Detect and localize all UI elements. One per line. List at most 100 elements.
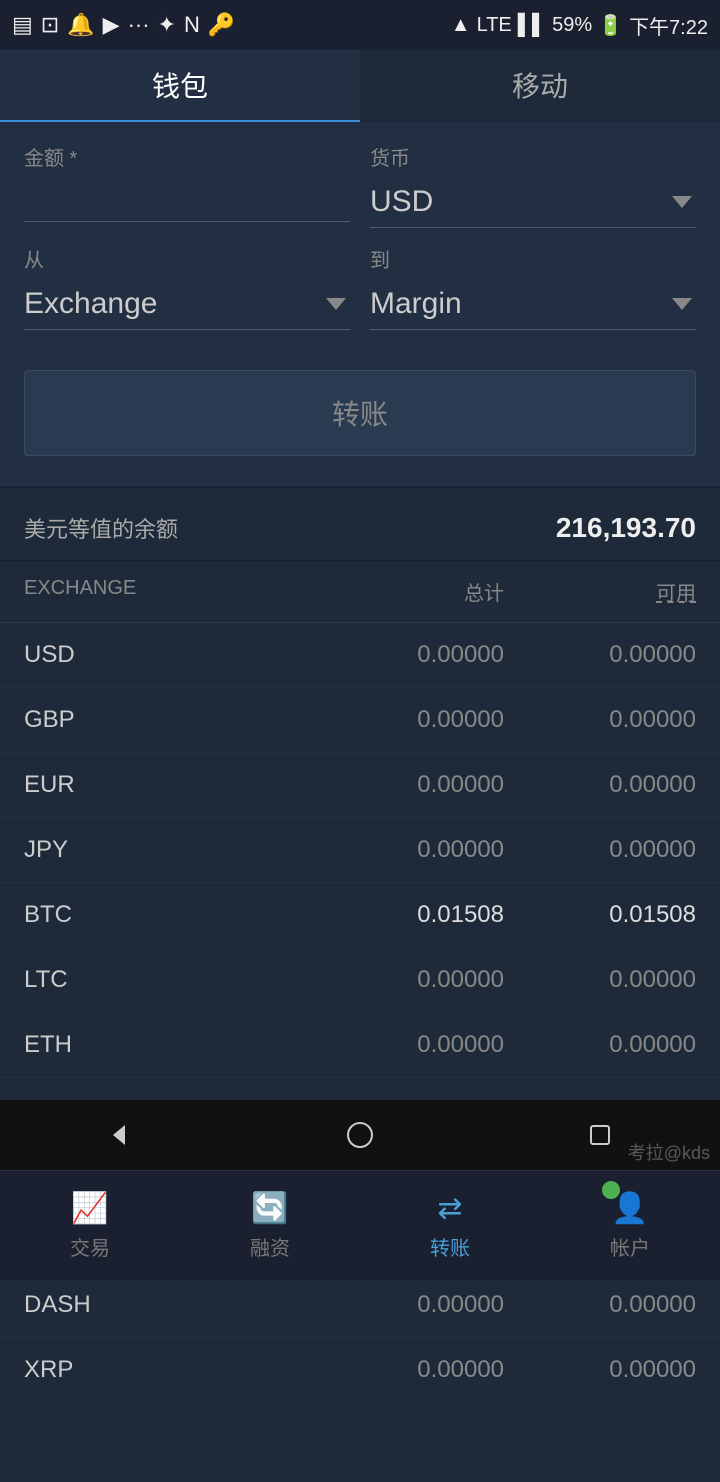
nav-transfer[interactable]: ⇄ 转账	[360, 1171, 540, 1280]
transfer-icon: ⇄	[437, 1191, 462, 1226]
watermark: 考拉@kds	[628, 1139, 710, 1165]
balance-value: 216,193.70	[556, 512, 696, 544]
currency-cell: GBP	[24, 706, 312, 734]
nav-transfer-label: 转账	[430, 1232, 470, 1261]
total-cell: 0.00000	[312, 966, 504, 994]
key-icon: 🔑	[208, 12, 235, 38]
currency-label: 货币	[370, 142, 696, 171]
signal-bars: ▌▌	[518, 14, 546, 37]
table-row: EUR 0.00000 0.00000	[0, 753, 720, 818]
total-cell: 0.00000	[312, 1031, 504, 1059]
available-cell: 0.00000	[504, 1356, 696, 1384]
to-select[interactable]: Margin	[370, 279, 696, 330]
balance-section: 美元等值的余额 216,193.70	[0, 488, 720, 561]
currency-cell: JPY	[24, 836, 312, 864]
nav-finance[interactable]: 🔄 融资	[180, 1171, 360, 1280]
available-cell: 0.00000	[504, 1291, 696, 1319]
currency-value: USD	[370, 185, 433, 219]
to-group: 到 Margin	[370, 244, 696, 330]
total-cell: 0.00000	[312, 771, 504, 799]
currency-group: 货币 USD	[370, 142, 696, 228]
currency-chevron-icon	[672, 196, 692, 208]
amount-group: 金额 *	[24, 142, 350, 228]
amount-label: 金额 *	[24, 142, 350, 171]
bell-icon: 🔔	[67, 12, 94, 38]
notification-icon: ▤	[12, 12, 33, 38]
send-icon: ▶	[103, 12, 120, 38]
transfer-form: 金额 * 货币 USD 从 Exchange 到 Margin	[0, 122, 720, 488]
back-button[interactable]	[95, 1110, 145, 1160]
tab-move[interactable]: 移动	[360, 50, 720, 122]
status-right: ▲ LTE ▌▌ 59% 🔋 下午7:22	[451, 11, 708, 40]
bluetooth-icon: ✦	[158, 12, 176, 38]
total-cell: 0.01508	[312, 901, 504, 929]
col-total: 总计	[312, 577, 504, 606]
available-cell: 0.00000	[504, 966, 696, 994]
to-chevron-icon	[672, 298, 692, 310]
bottom-nav: 📈 交易 🔄 融资 ⇄ 转账 👤 帐户	[0, 1170, 720, 1280]
col-available: 可用	[504, 577, 696, 606]
exchange-title: EXCHANGE	[24, 577, 312, 606]
tab-header: 钱包 移动	[0, 50, 720, 122]
clock: 下午7:22	[629, 11, 708, 40]
total-cell: 0.00000	[312, 706, 504, 734]
battery-icon: 🔋	[598, 13, 623, 38]
recents-button[interactable]	[575, 1110, 625, 1160]
from-chevron-icon	[326, 298, 346, 310]
nav-account-label: 帐户	[610, 1232, 650, 1261]
currency-cell: DASH	[24, 1291, 312, 1319]
currency-cell: LTC	[24, 966, 312, 994]
currency-cell: USD	[24, 641, 312, 669]
from-group: 从 Exchange	[24, 244, 350, 330]
status-bar: ▤ ⊡ 🔔 ▶ ··· ✦ N 🔑 ▲ LTE ▌▌ 59% 🔋 下午7:22	[0, 0, 720, 50]
currency-cell: EUR	[24, 771, 312, 799]
to-value: Margin	[370, 287, 462, 321]
battery-pct: 59%	[552, 14, 592, 37]
lte-label: LTE	[477, 14, 512, 37]
table-row: DASH 0.00000 0.00000	[0, 1273, 720, 1338]
system-nav	[0, 1100, 720, 1170]
total-cell: 0.00000	[312, 641, 504, 669]
total-cell: 0.00000	[312, 1356, 504, 1384]
tab-wallet[interactable]: 钱包	[0, 50, 360, 122]
currency-cell: XRP	[24, 1356, 312, 1384]
dots-icon: ···	[128, 12, 150, 38]
online-indicator	[602, 1181, 620, 1199]
status-left: ▤ ⊡ 🔔 ▶ ··· ✦ N 🔑	[12, 12, 235, 38]
nav-trade-label: 交易	[70, 1232, 110, 1261]
from-label: 从	[24, 244, 350, 273]
from-select[interactable]: Exchange	[24, 279, 350, 330]
transfer-button[interactable]: 转账	[24, 370, 696, 456]
nav-account[interactable]: 👤 帐户	[540, 1171, 720, 1280]
currency-select[interactable]: USD	[370, 177, 696, 228]
from-value: Exchange	[24, 287, 157, 321]
exchange-table: EXCHANGE 总计 可用 USD 0.00000 0.00000 GBP 0…	[0, 561, 720, 1482]
exchange-header: EXCHANGE 总计 可用	[0, 561, 720, 623]
signal-icon: ▲	[451, 14, 471, 37]
currency-cell: BTC	[24, 901, 312, 929]
available-cell: 0.00000	[504, 641, 696, 669]
available-cell: 0.00000	[504, 836, 696, 864]
balance-label: 美元等值的余额	[24, 512, 178, 544]
table-row: ETH 0.00000 0.00000	[0, 1013, 720, 1078]
table-row: GBP 0.00000 0.00000	[0, 688, 720, 753]
table-row: BTC 0.01508 0.01508	[0, 883, 720, 948]
home-button[interactable]	[335, 1110, 385, 1160]
table-row: JPY 0.00000 0.00000	[0, 818, 720, 883]
table-row: XRP 0.00000 0.00000	[0, 1338, 720, 1402]
available-cell: 0.01508	[504, 901, 696, 929]
table-row: USD 0.00000 0.00000	[0, 623, 720, 688]
exchange-rows: USD 0.00000 0.00000 GBP 0.00000 0.00000 …	[0, 623, 720, 1402]
finance-icon: 🔄	[251, 1191, 288, 1226]
nav-trade[interactable]: 📈 交易	[0, 1171, 180, 1280]
trade-icon: 📈	[71, 1191, 108, 1226]
amount-input[interactable]	[24, 177, 350, 222]
available-cell: 0.00000	[504, 706, 696, 734]
available-cell: 0.00000	[504, 1031, 696, 1059]
currency-cell: ETH	[24, 1031, 312, 1059]
total-cell: 0.00000	[312, 836, 504, 864]
nav-finance-label: 融资	[250, 1232, 290, 1261]
available-cell: 0.00000	[504, 771, 696, 799]
to-label: 到	[370, 244, 696, 273]
total-cell: 0.00000	[312, 1291, 504, 1319]
